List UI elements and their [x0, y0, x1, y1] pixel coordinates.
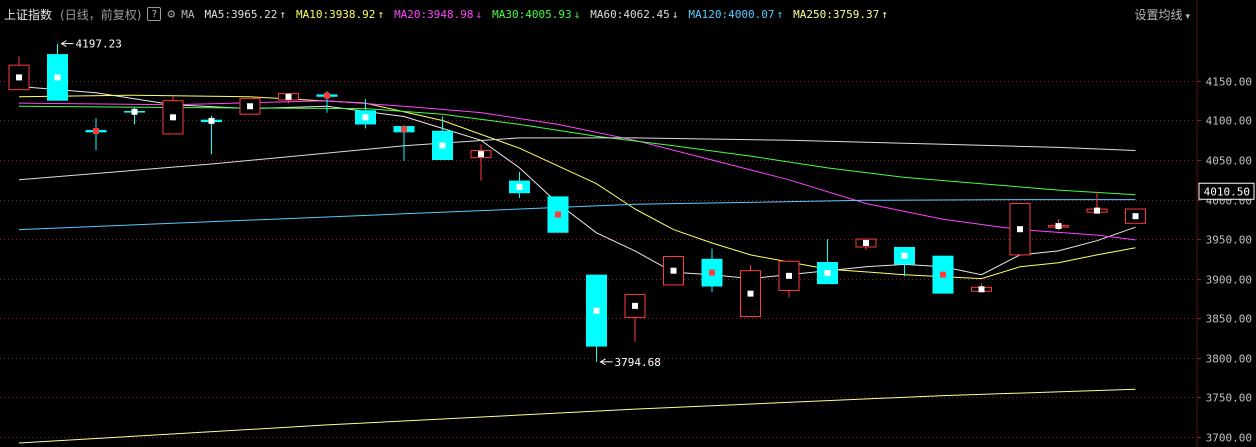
- ma-legend-item: MA120:4000.07 ↑: [688, 8, 783, 21]
- ma-legend-text: MA10:3938.92: [295, 7, 376, 21]
- candle-center-marker: [1132, 213, 1139, 220]
- ma-line-ma10: [18, 94, 1136, 280]
- candle-center-marker: [54, 74, 61, 81]
- ma-line-ma30: [18, 105, 1136, 196]
- period-subtitle[interactable]: (日线，前复权): [60, 6, 141, 23]
- chart-header: 上证指数 (日线，前复权) ? ⚙ MA MA5:3965.22 ↑ MA10:39…: [0, 0, 1256, 28]
- y-tick-label: 4100.00: [1206, 115, 1252, 128]
- set-ma-label: 设置均线: [1134, 8, 1183, 22]
- low-annotation-label: 3794.68: [615, 356, 661, 369]
- ma-line-ma60: [18, 137, 1136, 181]
- candle-center-marker: [824, 270, 831, 277]
- candle-center-marker: [170, 114, 176, 121]
- ma-legend-text: MA20:3948.98: [394, 7, 474, 21]
- candle-center-marker: [863, 240, 869, 247]
- candle-center-marker: [901, 252, 908, 259]
- candle-center-marker: [285, 93, 292, 100]
- ma-legend-text: MA30:4005.93: [492, 7, 572, 21]
- ma-legend: MA5:3965.22 ↑ MA10:3938.92 ↑ MA20:3948.98 ↓ MA…: [194, 8, 887, 21]
- candle-center-marker: [131, 108, 138, 115]
- candle-center-marker: [1094, 207, 1100, 214]
- set-ma-button[interactable]: 设置均线 ▾: [1134, 6, 1190, 23]
- current-price-label: 4010.50: [1204, 185, 1250, 198]
- ma-label: MA: [181, 7, 195, 21]
- ma-legend-item: MA10:3938.92 ↑: [296, 8, 384, 21]
- candle-center-marker: [208, 117, 215, 124]
- candle-center-marker: [93, 128, 99, 135]
- arrow-up-icon: ↑: [881, 7, 888, 21]
- ma-legend-item: MA5:3965.22 ↑: [204, 8, 285, 21]
- y-tick-label: 3850.00: [1206, 313, 1252, 326]
- candle-center-marker: [1055, 223, 1062, 230]
- candle-center-marker: [786, 272, 792, 279]
- candle-center-marker: [516, 183, 523, 190]
- arrow-up-icon: ↑: [279, 7, 286, 21]
- candle-center-marker: [632, 302, 638, 309]
- chevron-down-icon: ▾: [1185, 12, 1190, 22]
- candle-center-marker: [670, 267, 677, 274]
- candle-center-marker: [362, 114, 369, 121]
- candle-center-marker: [709, 269, 715, 276]
- candle-center-marker: [16, 74, 22, 81]
- high-annotation-label: 4197.23: [76, 38, 122, 51]
- arrow-down-icon: ↓: [475, 7, 483, 21]
- ma-legend-item: MA60:4062.45 ↓: [590, 8, 678, 21]
- candle-center-marker: [439, 142, 446, 149]
- ma-line-ma20: [18, 100, 1136, 241]
- arrow-down-icon: ↓: [671, 7, 679, 21]
- y-tick-label: 3950.00: [1206, 234, 1252, 247]
- candle-center-marker: [747, 290, 754, 297]
- y-tick-label: 4150.00: [1206, 76, 1252, 89]
- candle-center-marker: [478, 151, 484, 158]
- candle-center-marker: [324, 92, 330, 99]
- ma-legend-text: MA250:3759.37: [793, 7, 880, 21]
- y-tick-label: 3750.00: [1206, 392, 1252, 405]
- help-button[interactable]: ?: [147, 7, 162, 21]
- ma-legend-item: MA20:3948.98 ↓: [394, 8, 482, 21]
- ma-line-ma120: [18, 199, 1136, 231]
- y-tick-label: 4050.00: [1206, 155, 1252, 168]
- arrow-down-icon: ↓: [573, 7, 581, 21]
- ma-legend-text: MA5:3965.22: [204, 7, 278, 21]
- candle-center-marker: [1017, 226, 1023, 233]
- candle-center-marker: [978, 286, 985, 293]
- candle-center-marker: [555, 211, 561, 218]
- candle-center-marker: [401, 126, 407, 133]
- index-title: 上证指数: [4, 7, 53, 22]
- y-tick-label: 3900.00: [1206, 274, 1252, 287]
- ma-legend-item: MA30:4005.93 ↓: [492, 8, 580, 21]
- candle-center-marker: [593, 307, 600, 314]
- candle-center-marker: [247, 103, 253, 110]
- ma-legend-text: MA60:4062.45: [590, 7, 670, 21]
- arrow-up-icon: ↑: [377, 7, 385, 21]
- gear-icon[interactable]: ⚙: [167, 7, 175, 22]
- y-tick-label: 3800.00: [1206, 353, 1252, 366]
- y-tick-label: 3700.00: [1206, 432, 1252, 445]
- ma-legend-item: MA250:3759.37 ↑: [793, 8, 888, 21]
- candle-center-marker: [940, 271, 946, 278]
- ma-legend-text: MA120:4000.07: [688, 7, 775, 21]
- arrow-up-icon: ↑: [776, 7, 784, 21]
- candlestick-chart: 4150.004100.004050.004000.003950.003900.…: [0, 0, 1255, 447]
